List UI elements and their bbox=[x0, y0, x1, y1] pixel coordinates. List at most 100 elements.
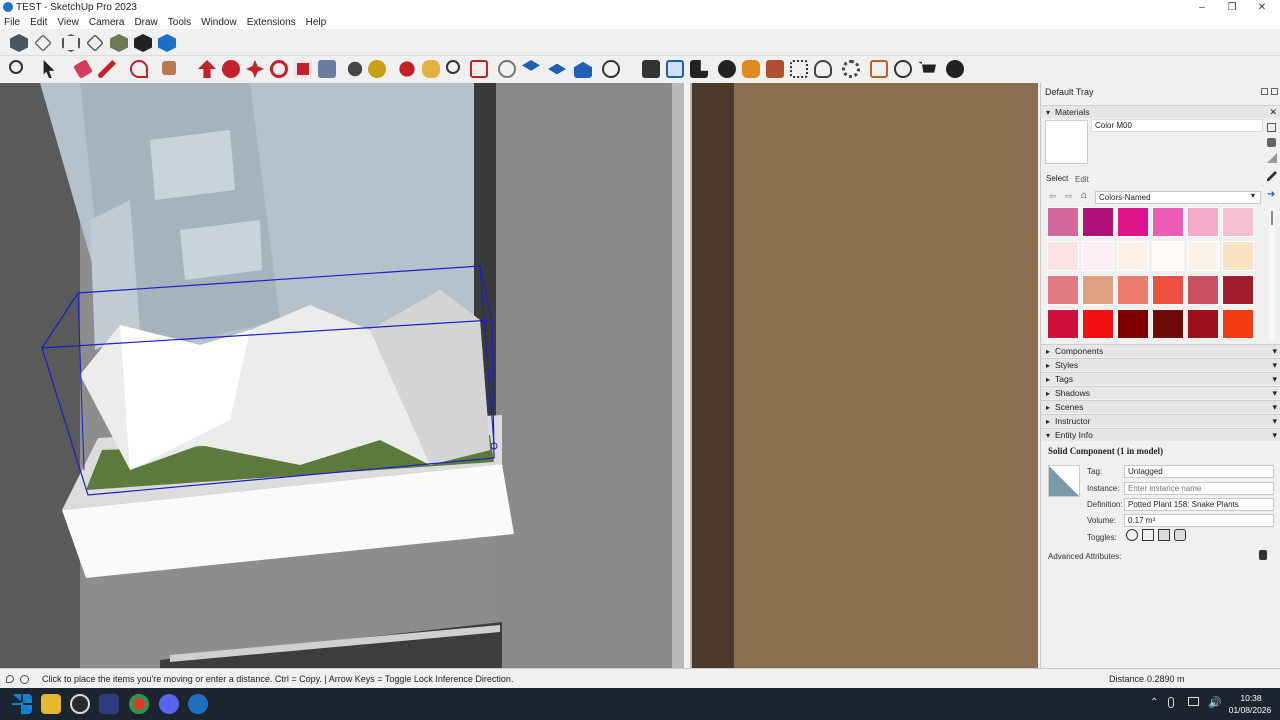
components-icon[interactable] bbox=[642, 60, 660, 78]
material-name-field[interactable]: Color M00 bbox=[1091, 119, 1263, 132]
material-3d-icon[interactable] bbox=[1267, 138, 1276, 147]
material-swatch[interactable] bbox=[1187, 309, 1219, 339]
menu-edit[interactable]: Edit bbox=[30, 17, 47, 28]
material-swatch[interactable] bbox=[1082, 309, 1114, 339]
zoom-icon[interactable] bbox=[446, 60, 460, 74]
components-panel-header[interactable]: Components▾ bbox=[1041, 344, 1280, 358]
zoom-extents-icon[interactable] bbox=[470, 60, 488, 78]
add-location-icon[interactable] bbox=[718, 60, 736, 78]
measurement-value[interactable]: 0.2890 m bbox=[1147, 669, 1185, 689]
material-swatch[interactable] bbox=[1187, 241, 1219, 271]
material-swatch[interactable] bbox=[1117, 207, 1149, 237]
material-swatch[interactable] bbox=[1082, 207, 1114, 237]
material-swatch[interactable] bbox=[1117, 309, 1149, 339]
rotate-icon[interactable] bbox=[270, 60, 288, 78]
info-status-icon[interactable] bbox=[20, 675, 29, 684]
tray-pin-icon[interactable] bbox=[1261, 88, 1268, 95]
lock-toggle-icon[interactable] bbox=[1142, 529, 1154, 541]
sketchup-taskbar-icon[interactable] bbox=[188, 694, 208, 714]
material-swatch[interactable] bbox=[1222, 275, 1254, 305]
menu-file[interactable]: File bbox=[4, 17, 20, 28]
close-button[interactable]: ✕ bbox=[1246, 0, 1278, 15]
app-icon[interactable] bbox=[99, 694, 119, 714]
swatch-scrollbar[interactable] bbox=[1269, 207, 1275, 341]
window-icon[interactable] bbox=[870, 60, 888, 78]
cast-shadows-icon[interactable] bbox=[1174, 529, 1186, 541]
home-icon[interactable]: ⌂ bbox=[1081, 190, 1087, 201]
material-swatch[interactable] bbox=[1047, 275, 1079, 305]
material-swatch[interactable] bbox=[1152, 207, 1184, 237]
back-icon[interactable]: ⇦ bbox=[1049, 191, 1057, 202]
select-arrow-icon[interactable] bbox=[43, 60, 55, 78]
details-arrow-icon[interactable]: ➜ bbox=[1267, 189, 1275, 200]
warehouse-icon[interactable] bbox=[574, 61, 592, 78]
visibility-toggle-icon[interactable] bbox=[1126, 529, 1138, 541]
top-view-icon[interactable] bbox=[34, 34, 52, 52]
menu-window[interactable]: Window bbox=[201, 17, 237, 28]
material-swatch[interactable] bbox=[1082, 241, 1114, 271]
material-swatch[interactable] bbox=[1222, 241, 1254, 271]
material-swatch[interactable] bbox=[1047, 241, 1079, 271]
follow-me-icon[interactable] bbox=[222, 60, 240, 78]
display-icon[interactable] bbox=[1188, 697, 1199, 706]
clock-date[interactable]: 01/08/2026 bbox=[1226, 705, 1274, 715]
windows-start-icon[interactable] bbox=[12, 694, 32, 714]
select-tab[interactable]: Select bbox=[1046, 174, 1068, 183]
forward-icon[interactable]: ⇨ bbox=[1065, 191, 1073, 202]
tray-close-icon[interactable] bbox=[1271, 88, 1278, 95]
chevron-down-icon[interactable]: ▾ bbox=[1251, 191, 1255, 200]
cloud-icon[interactable] bbox=[814, 60, 832, 78]
layers-icon[interactable] bbox=[522, 60, 540, 71]
instructor-panel-header[interactable]: Instructor▾ bbox=[1041, 414, 1280, 428]
tape-measure-icon[interactable] bbox=[347, 61, 363, 77]
material-swatch[interactable] bbox=[1152, 275, 1184, 305]
file-explorer-icon[interactable] bbox=[41, 694, 61, 714]
scene-canvas[interactable] bbox=[0, 83, 1038, 668]
definition-field[interactable]: Potted Plant 158: Snake Plants bbox=[1124, 498, 1274, 511]
settings-icon[interactable] bbox=[842, 60, 860, 78]
material-swatch[interactable] bbox=[1152, 241, 1184, 271]
account-icon[interactable] bbox=[602, 60, 620, 78]
advanced-lock-icon[interactable] bbox=[1259, 550, 1267, 560]
shaded-style-icon[interactable] bbox=[110, 34, 128, 52]
material-swatch[interactable] bbox=[1047, 207, 1079, 237]
menu-help[interactable]: Help bbox=[306, 17, 327, 28]
material-swatch[interactable] bbox=[1187, 275, 1219, 305]
create-material-icon[interactable] bbox=[1267, 123, 1276, 132]
material-swatch[interactable] bbox=[1222, 309, 1254, 339]
menu-draw[interactable]: Draw bbox=[134, 17, 157, 28]
material-swatch[interactable] bbox=[1152, 309, 1184, 339]
model-viewport[interactable] bbox=[0, 83, 1038, 668]
scale-icon[interactable] bbox=[294, 60, 312, 78]
instance-name-input[interactable] bbox=[1124, 482, 1274, 495]
discord-icon[interactable] bbox=[159, 694, 179, 714]
stack-icon[interactable] bbox=[548, 63, 566, 75]
edit-tab[interactable]: Edit bbox=[1075, 175, 1089, 184]
material-swatch[interactable] bbox=[1117, 275, 1149, 305]
material-swatch[interactable] bbox=[1117, 241, 1149, 271]
minimize-button[interactable]: – bbox=[1186, 0, 1218, 15]
monochrome-style-icon[interactable] bbox=[158, 34, 176, 52]
sandbox-icon[interactable] bbox=[498, 60, 516, 78]
iso-view-icon[interactable] bbox=[10, 34, 28, 52]
microphone-icon[interactable] bbox=[1168, 697, 1174, 708]
offset-icon[interactable] bbox=[318, 60, 336, 78]
paint-bucket-icon[interactable] bbox=[368, 60, 386, 78]
shadows-panel-header[interactable]: Shadows▾ bbox=[1041, 386, 1280, 400]
clock-time[interactable]: 10:38 bbox=[1232, 693, 1270, 703]
material-swatch[interactable] bbox=[1082, 275, 1114, 305]
tag-dropdown[interactable]: Untagged bbox=[1124, 465, 1274, 478]
menu-extensions[interactable]: Extensions bbox=[247, 17, 296, 28]
menu-camera[interactable]: Camera bbox=[89, 17, 125, 28]
textured-style-icon[interactable] bbox=[134, 34, 152, 52]
display-secondary-icon[interactable] bbox=[1267, 153, 1277, 163]
chrome-icon[interactable] bbox=[129, 694, 149, 714]
push-pull-icon[interactable] bbox=[198, 60, 216, 78]
scenes-panel-header[interactable]: Scenes▾ bbox=[1041, 400, 1280, 414]
materials-panel-header[interactable]: Materials✕ bbox=[1041, 105, 1280, 119]
orbit-icon[interactable] bbox=[399, 61, 415, 77]
front-view-icon[interactable] bbox=[62, 34, 80, 52]
library-dropdown[interactable]: Colors-Named bbox=[1095, 191, 1261, 204]
cart-icon[interactable] bbox=[918, 61, 936, 73]
entity-info-panel-header[interactable]: Entity Info▾ bbox=[1041, 428, 1280, 442]
